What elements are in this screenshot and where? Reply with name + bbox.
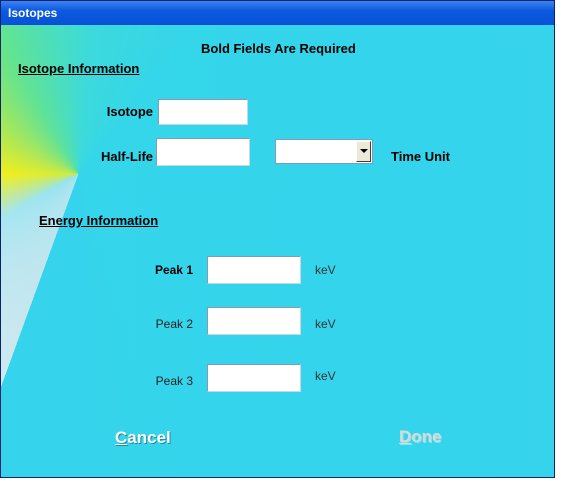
window-title: Isotopes	[8, 6, 58, 20]
peak-1-label: Peak 1	[154, 263, 193, 277]
cancel-button[interactable]: Cancel	[109, 427, 177, 449]
isotopes-dialog: Isotopes Bold Fields Are Required Isotop…	[0, 0, 555, 478]
peak-3-unit: keV	[315, 369, 336, 383]
peak-2-input[interactable]	[207, 307, 301, 335]
peak-2-label: Peak 2	[155, 317, 193, 331]
time-unit-select[interactable]	[275, 139, 373, 164]
background-gradient	[1, 25, 554, 477]
peak-3-label: Peak 3	[155, 374, 193, 388]
chevron-down-icon	[360, 149, 368, 153]
energy-information-heading: Energy Information	[39, 213, 159, 228]
required-note: Bold Fields Are Required	[201, 41, 356, 56]
isotope-label: Isotope	[106, 104, 153, 119]
peak-3-input[interactable]	[207, 364, 301, 392]
done-label-rest: one	[411, 427, 442, 446]
done-button[interactable]: Done	[393, 426, 448, 448]
peak-1-unit: keV	[315, 263, 336, 277]
cancel-mnemonic: C	[115, 428, 128, 447]
title-bar[interactable]: Isotopes	[1, 1, 554, 25]
cancel-label-rest: ancel	[127, 428, 171, 447]
time-unit-label: Time Unit	[391, 149, 450, 164]
time-unit-dropdown-button[interactable]	[356, 141, 371, 162]
done-mnemonic: D	[399, 427, 412, 446]
isotope-input[interactable]	[158, 99, 248, 125]
half-life-input[interactable]	[156, 138, 250, 166]
peak-1-input[interactable]	[207, 256, 301, 284]
isotope-information-heading: Isotope Information	[18, 61, 140, 76]
peak-2-unit: keV	[315, 317, 336, 331]
half-life-label: Half-Life	[101, 149, 153, 164]
